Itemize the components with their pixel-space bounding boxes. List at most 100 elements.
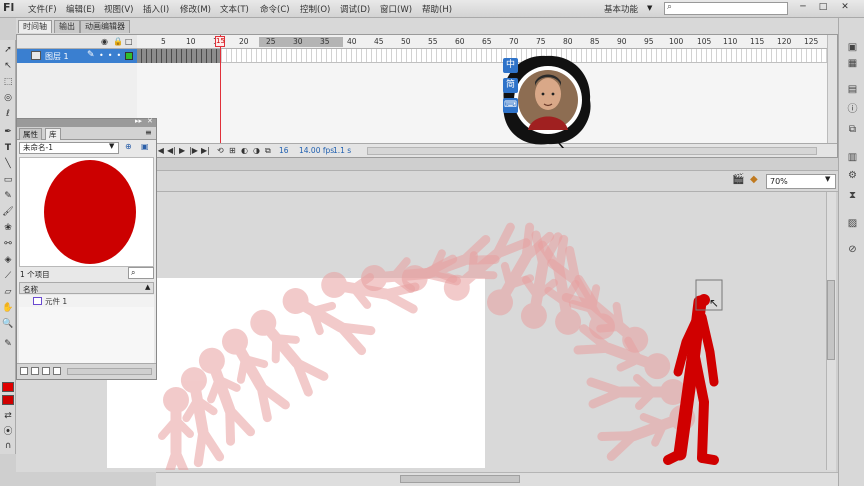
delete-icon[interactable] [53,367,61,375]
loop-icon[interactable]: ⟲ [217,146,224,155]
menu-window[interactable]: 窗口(W) [380,3,412,15]
new-symbol-icon[interactable] [20,367,28,375]
keyboard-icon[interactable]: ⌨ [503,98,518,113]
edit-scene-icon[interactable]: 🎬 [732,174,744,185]
new-library-icon[interactable]: ▣ [141,142,149,151]
onion-outline-icon[interactable]: ◑ [253,146,260,155]
actions-panel-icon[interactable]: ▨ [846,218,859,230]
center-frame-icon[interactable]: ⊞ [229,146,236,155]
layer-name[interactable]: 图层 1 [45,51,69,62]
paint-bucket-icon[interactable]: ◈ [2,254,14,266]
stage-vertical-thumb[interactable] [827,280,835,360]
playhead-line[interactable] [220,35,221,157]
chevron-down-icon[interactable]: ▼ [109,142,114,150]
swap-colors-icon[interactable]: ⇄ [2,410,14,422]
edit-multiple-icon[interactable]: ⧉ [265,146,271,156]
pin-icon[interactable]: ⊕ [125,142,132,151]
smooth-icon[interactable]: ∩ [2,440,14,452]
line-icon[interactable]: ╲ [2,158,14,170]
minimize-button[interactable]: ─ [794,1,812,15]
stroke-color-swatch[interactable] [2,382,14,392]
tab-timeline[interactable]: 时间轴 [18,20,52,33]
current-frame[interactable]: 16 [279,146,289,155]
selection-icon[interactable]: ➚ [2,44,14,56]
edit-symbol-icon[interactable]: ◆ [750,174,758,185]
transform-panel-icon[interactable]: ⧉ [846,124,859,136]
menu-commands[interactable]: 命令(C) [260,3,290,15]
fill-color-swatch[interactable] [2,395,14,405]
menu-control[interactable]: 控制(O) [300,3,330,15]
menu-insert[interactable]: 插入(I) [143,3,169,15]
frame-ruler[interactable]: 5 10 15 20 25 30 35 40 45 50 55 60 65 70… [137,35,827,49]
menu-file[interactable]: 文件(F) [28,3,57,15]
new-folder-icon[interactable] [31,367,39,375]
eraser-icon[interactable]: ▱ [2,286,14,298]
library-item[interactable]: 元件 1 [19,295,154,307]
snap-icon[interactable]: ⦿ [2,426,14,438]
pen-icon[interactable]: ✒ [2,126,14,138]
eye-icon[interactable]: ◉ [101,37,108,46]
library-item-name[interactable]: 元件 1 [45,296,67,307]
3d-rotation-icon[interactable]: ◎ [2,92,14,104]
free-transform-icon[interactable]: ⬚ [2,76,14,88]
menu-modify[interactable]: 修改(M) [180,3,211,15]
chevron-down-icon[interactable]: ▼ [647,4,652,12]
info-panel-icon[interactable]: ⓘ [846,104,859,116]
tab-output[interactable]: 输出 [54,20,80,33]
tab-motion-editor[interactable]: 动画编辑器 [80,20,130,33]
menu-edit[interactable]: 编辑(E) [66,3,95,15]
column-name[interactable]: 名称 [23,284,38,295]
timeline-vertical-scrollbar[interactable] [827,35,837,145]
ime-simplified-toggle[interactable]: 简 [503,78,518,93]
motion-presets-icon[interactable]: ⚙ [846,170,859,182]
help-search-input[interactable] [664,2,788,15]
sort-arrow-icon[interactable]: ▲ [145,283,150,291]
workspace-switcher[interactable]: 基本功能 [604,3,638,15]
step-forward-icon[interactable]: |▶ [189,146,198,155]
pencil-icon[interactable]: ✎ [2,190,14,202]
code-snippets-icon[interactable]: ⊘ [846,244,859,256]
tab-library[interactable]: 库 [45,128,61,140]
close-button[interactable]: ✕ [836,1,854,15]
onion-skin-icon[interactable]: ◐ [241,146,248,155]
components-panel-icon[interactable]: ▥ [846,152,859,164]
history-panel-icon[interactable]: ⧗ [846,190,859,202]
color-panel-icon[interactable]: ▣ [846,42,859,54]
bone-icon[interactable]: ⚯ [2,238,14,250]
layer-outline-color[interactable] [125,52,133,60]
menu-view[interactable]: 视图(V) [104,3,133,15]
lock-icon[interactable]: 🔒 [113,37,123,46]
lasso-icon[interactable]: ℓ [2,108,14,120]
frame-rate[interactable]: 14.00 fps [299,146,334,155]
align-panel-icon[interactable]: ▤ [846,84,859,96]
text-icon[interactable]: T [2,142,14,154]
ime-chinese-toggle[interactable]: 中 [503,58,518,73]
frame-cells[interactable] [137,49,827,63]
panel-menu-icon[interactable]: ≡ [145,128,152,137]
zoom-icon[interactable]: 🔍 [2,318,14,330]
menu-debug[interactable]: 调试(D) [340,3,370,15]
rectangle-icon[interactable]: ▭ [2,174,14,186]
layer-visibility-dots[interactable]: ••• [99,51,125,60]
filled-keyframes[interactable] [137,49,221,63]
playhead[interactable]: 15 [215,36,225,47]
document-select[interactable]: 未命名-1 [19,142,119,154]
properties-icon[interactable] [42,367,50,375]
eyedropper-icon[interactable]: ⟋ [2,270,14,282]
stage-horizontal-thumb[interactable] [400,475,520,483]
library-scrollbar[interactable] [67,368,152,375]
menu-text[interactable]: 文本(T) [220,3,249,15]
close-icon[interactable]: ✕ [147,117,153,125]
menu-help[interactable]: 帮助(H) [422,3,452,15]
chevron-down-icon[interactable]: ▼ [825,175,830,183]
maximize-button[interactable]: □ [814,1,832,15]
library-search-input[interactable]: ⌕ [128,267,154,279]
subselection-icon[interactable]: ↖ [2,60,14,72]
swatches-panel-icon[interactable]: ▦ [846,58,859,70]
collapse-icon[interactable]: ▸▸ [135,117,142,125]
play-icon[interactable]: ▶ [179,146,185,155]
step-back-icon[interactable]: ◀| [167,146,176,155]
deco-icon[interactable]: ❀ [2,222,14,234]
layer-row[interactable]: 图层 1 ✎ ••• [17,49,137,63]
hand-icon[interactable]: ✋ [2,302,14,314]
